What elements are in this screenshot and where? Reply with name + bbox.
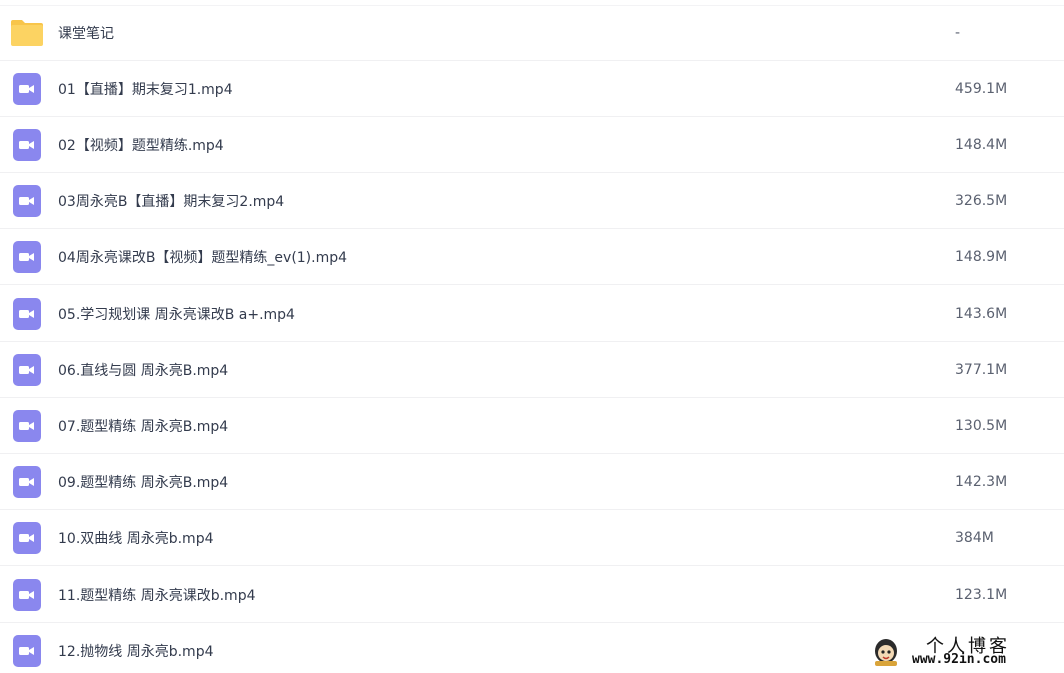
file-name: 09.题型精练 周永亮B.mp4: [58, 474, 229, 491]
file-size: 123.1M: [955, 586, 1008, 603]
video-file-icon: [10, 353, 44, 387]
video-file-icon: [10, 72, 44, 106]
file-name: 11.题型精练 周永亮课改b.mp4: [58, 587, 256, 604]
file-name: 03周永亮B【直播】期末复习2.mp4: [58, 193, 285, 210]
file-name: 课堂笔记: [58, 26, 114, 42]
folder-icon: [10, 16, 44, 50]
video-file-icon: [10, 184, 44, 218]
file-name: 12.抛物线 周永亮b.mp4: [58, 644, 214, 660]
file-name: 02【视频】题型精练.mp4: [58, 137, 224, 154]
cartoon-avatar-icon: [872, 636, 900, 666]
video-file-icon: [10, 578, 44, 612]
video-file-row[interactable]: 07.题型精练 周永亮B.mp4 130.5M: [0, 398, 1064, 454]
watermark-url: www.92in.com: [912, 652, 1006, 667]
file-size: 130.5M: [955, 417, 1008, 434]
video-file-row[interactable]: 09.题型精练 周永亮B.mp4 142.3M: [0, 454, 1064, 510]
video-file-icon: [10, 634, 44, 668]
file-name: 10.双曲线 周永亮b.mp4: [58, 530, 214, 547]
video-file-icon: [10, 465, 44, 499]
file-name: 01【直播】期末复习1.mp4: [58, 81, 233, 98]
file-size: 148.4M: [955, 136, 1008, 153]
video-file-row[interactable]: 01【直播】期末复习1.mp4 459.1M: [0, 61, 1064, 117]
video-file-icon: [10, 240, 44, 274]
video-file-icon: [10, 521, 44, 555]
video-file-row[interactable]: 11.题型精练 周永亮课改b.mp4 123.1M: [0, 567, 1064, 623]
video-file-icon: [10, 409, 44, 443]
file-list: 课堂笔记 - 01【直播】期末复习1.mp4 459.1M 02【视频】题型精练…: [0, 0, 1064, 673]
file-size: 459.1M: [955, 80, 1008, 97]
file-name: 06.直线与圆 周永亮B.mp4: [58, 362, 229, 379]
video-file-row[interactable]: 10.双曲线 周永亮b.mp4 384M: [0, 510, 1064, 566]
folder-row[interactable]: 课堂笔记 -: [0, 5, 1064, 61]
video-file-row[interactable]: 02【视频】题型精练.mp4 148.4M: [0, 117, 1064, 173]
file-size: -: [955, 25, 961, 41]
video-file-icon: [10, 128, 44, 162]
file-size: 384M: [955, 529, 994, 546]
file-size: 377.1M: [955, 361, 1008, 378]
video-file-row[interactable]: 04周永亮课改B【视频】题型精练_ev(1).mp4 148.9M: [0, 229, 1064, 285]
file-size: 148.9M: [955, 248, 1008, 265]
video-file-row[interactable]: 05.学习规划课 周永亮课改B a+.mp4 143.6M: [0, 286, 1064, 342]
file-name: 04周永亮课改B【视频】题型精练_ev(1).mp4: [58, 249, 348, 266]
video-file-row[interactable]: 03周永亮B【直播】期末复习2.mp4 326.5M: [0, 173, 1064, 229]
video-file-icon: [10, 297, 44, 331]
file-size: 142.3M: [955, 473, 1008, 490]
video-file-row[interactable]: 06.直线与圆 周永亮B.mp4 377.1M: [0, 342, 1064, 398]
file-size: 143.6M: [955, 305, 1008, 322]
watermark-logo: 个人博客 www.92in.com: [866, 632, 1062, 672]
file-size: 326.5M: [955, 192, 1008, 209]
file-name: 07.题型精练 周永亮B.mp4: [58, 418, 229, 435]
file-name: 05.学习规划课 周永亮课改B a+.mp4: [58, 306, 295, 323]
